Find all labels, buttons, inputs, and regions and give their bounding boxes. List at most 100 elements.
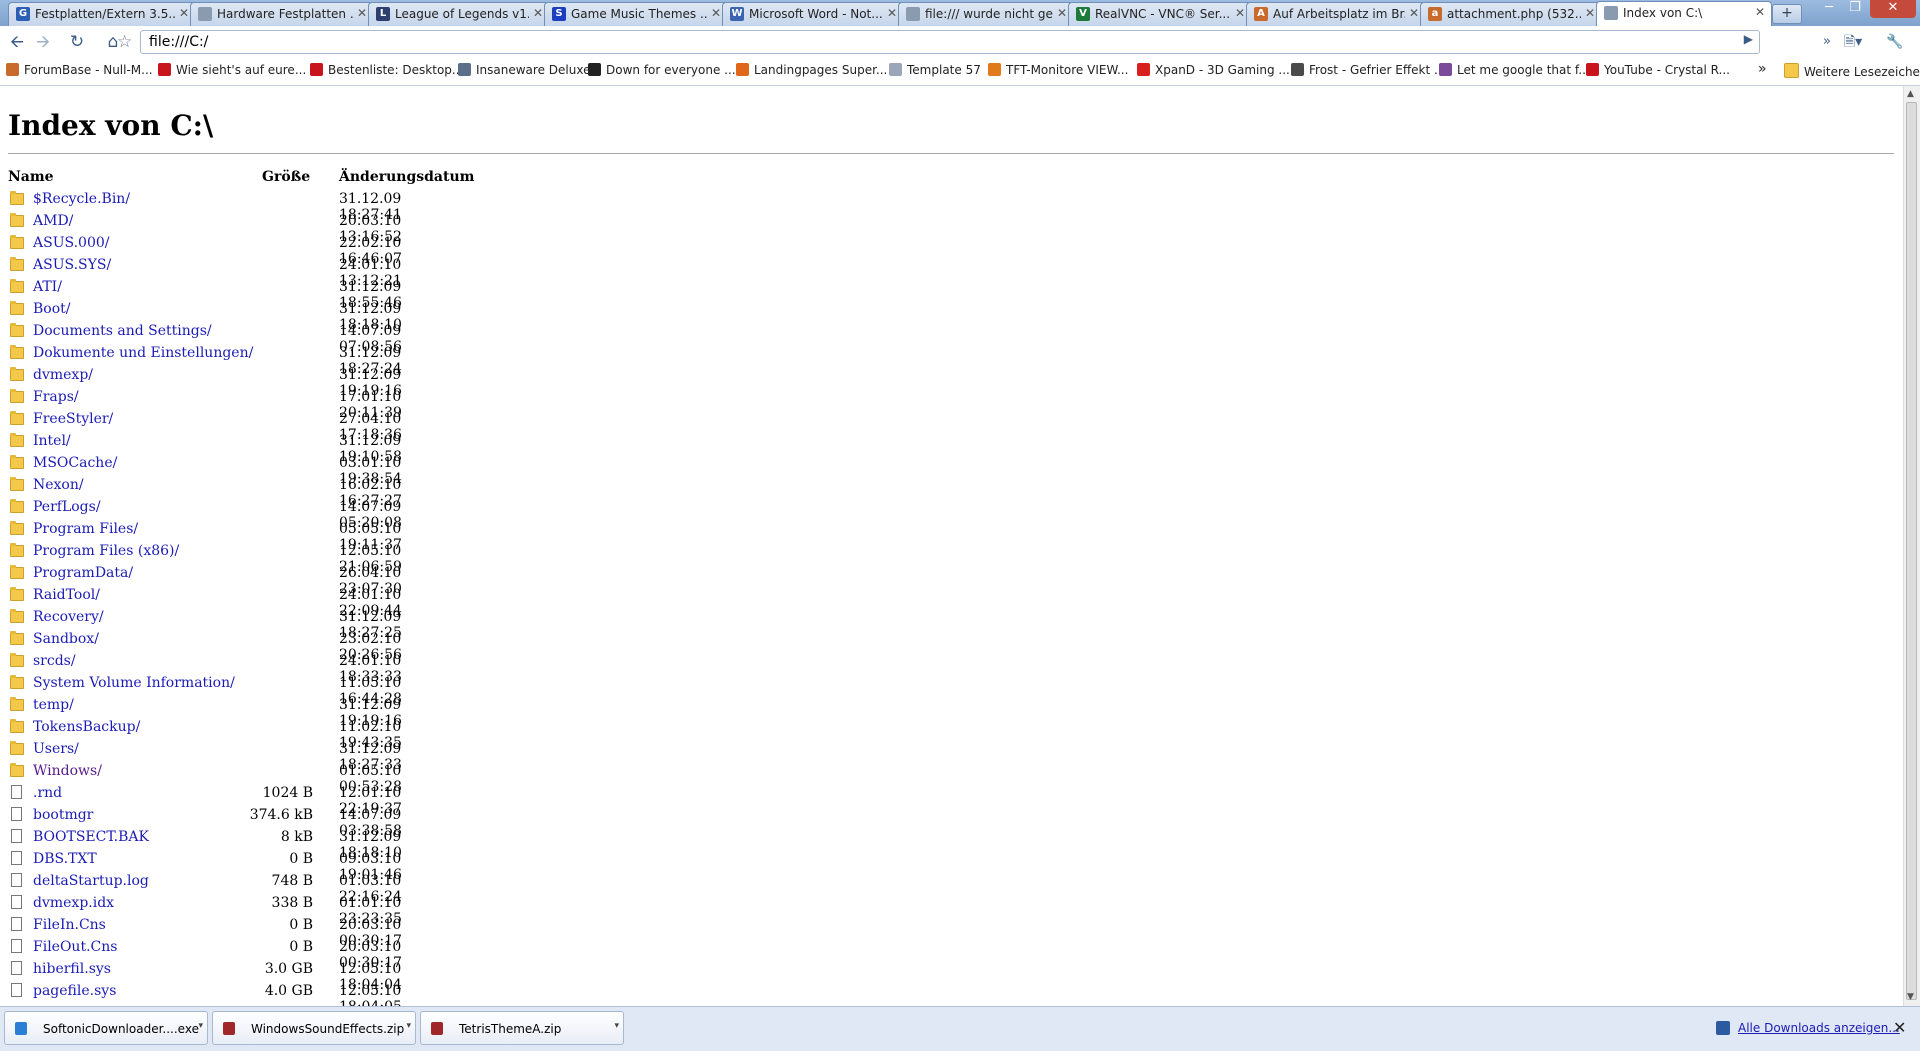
column-header-date[interactable]: Änderungsdatum [339,169,474,185]
tab-close-icon[interactable]: ✕ [357,6,367,20]
entry-link[interactable]: .rnd [33,785,62,801]
tab-close-icon[interactable]: ✕ [887,6,897,20]
tab[interactable]: L League of Legends v1... ✕ [368,2,550,26]
entry-link[interactable]: Windows/ [33,763,102,779]
reload-icon[interactable]: ↻ [66,31,88,53]
tab-close-icon[interactable]: ✕ [1585,6,1595,20]
tab[interactable]: S Game Music Themes ... ✕ [544,2,728,26]
entry-link[interactable]: bootmgr [33,807,93,823]
show-all-downloads-link[interactable]: Alle Downloads anzeigen... [1738,1021,1900,1035]
entry-link[interactable]: Nexon/ [33,477,84,493]
bookmark-item[interactable]: Let me google that f... [1439,63,1590,77]
tab[interactable]: Index von C:\ ✕ [1596,1,1772,26]
bookmark-item[interactable]: ForumBase - Null-M... [6,63,153,77]
entry-link[interactable]: Users/ [33,741,79,757]
entry-link[interactable]: RaidTool/ [33,587,100,603]
entry-link[interactable]: DBS.TXT [33,851,97,867]
tab[interactable]: G Festplatten/Extern 3.5... ✕ [8,2,196,26]
scroll-thumb[interactable] [1906,102,1917,1000]
entry-link[interactable]: Intel/ [33,433,71,449]
tab-close-icon[interactable]: ✕ [711,6,721,20]
address-bar[interactable]: ☆ file:///C:/ ▶ [117,30,1760,54]
bookmark-item[interactable]: XpanD - 3D Gaming ... [1137,63,1290,77]
tab[interactable]: A Auf Arbeitsplatz im Br... ✕ [1246,2,1426,26]
extensions-overflow-icon[interactable]: » [1816,31,1838,53]
entry-link[interactable]: Program Files/ [33,521,138,537]
entry-link[interactable]: Fraps/ [33,389,79,405]
entry-link[interactable]: TokensBackup/ [33,719,140,735]
tab[interactable]: a attachment.php (532... ✕ [1420,2,1602,26]
entry-link[interactable]: hiberfil.sys [33,961,111,977]
bookmark-item[interactable]: Down for everyone ... [588,63,736,77]
entry-link[interactable]: BOOTSECT.BAK [33,829,149,845]
entry-link[interactable]: Recovery/ [33,609,104,625]
bookmark-item[interactable]: Bestenliste: Desktop... [310,63,463,77]
other-bookmarks-folder[interactable]: Weitere Lesezeichen [1784,63,1920,79]
download-item[interactable]: WindowsSoundEffects.zip ▾ [212,1011,416,1045]
maximize-icon[interactable]: ❐ [1842,0,1868,18]
entry-link[interactable]: System Volume Information/ [33,675,235,691]
tab[interactable]: V RealVNC - VNC® Ser... ✕ [1068,2,1252,26]
entry-link[interactable]: ATI/ [33,279,62,295]
tab-close-icon[interactable]: ✕ [1057,6,1067,20]
entry-link[interactable]: dvmexp.idx [33,895,114,911]
chevron-down-icon[interactable]: ▾ [198,1021,203,1031]
entry-link[interactable]: ProgramData/ [33,565,133,581]
bookmark-item[interactable]: Wie sieht's auf eure... [158,63,306,77]
entry-link[interactable]: temp/ [33,697,74,713]
entry-link[interactable]: PerfLogs/ [33,499,101,515]
entry-link[interactable]: Sandbox/ [33,631,99,647]
tab-close-icon[interactable]: ✕ [1755,5,1765,19]
entry-link[interactable]: FileOut.Cns [33,939,117,955]
tab-close-icon[interactable]: ✕ [1409,6,1419,20]
vertical-scrollbar[interactable]: ▲ ▼ [1903,86,1920,1006]
entry-link[interactable]: $Recycle.Bin/ [33,191,130,207]
entry-link[interactable]: deltaStartup.log [33,873,149,889]
entry-link[interactable]: ASUS.000/ [33,235,109,251]
tab-close-icon[interactable]: ✕ [179,6,189,20]
entry-link[interactable]: Program Files (x86)/ [33,543,179,559]
entry-link[interactable]: FileIn.Cns [33,917,106,933]
back-icon[interactable]: 🡨 [6,31,28,53]
column-header-size[interactable]: Größe [262,169,310,185]
bookmark-item[interactable]: Insaneware Deluxe [458,63,590,77]
tab-close-icon[interactable]: ✕ [1235,6,1245,20]
entry-link[interactable]: Dokumente und Einstellungen/ [33,345,253,361]
bookmark-item[interactable]: Frost - Gefrier Effekt ... [1291,63,1445,77]
bookmark-star-icon[interactable]: ☆ [117,32,132,52]
bookmark-item[interactable]: TFT-Monitore VIEW... [988,63,1128,77]
close-window-icon[interactable]: ✕ [1870,0,1916,18]
entry-link[interactable]: FreeStyler/ [33,411,113,427]
new-tab-button[interactable]: + [1772,4,1802,24]
column-header-name[interactable]: Name [8,169,54,185]
download-item[interactable]: SoftonicDownloader....exe ▾ [4,1011,208,1045]
entry-link[interactable]: Documents and Settings/ [33,323,212,339]
bookmark-item[interactable]: Template 57 [889,63,981,77]
entry-link[interactable]: MSOCache/ [33,455,117,471]
chevron-down-icon[interactable]: ▾ [406,1021,411,1031]
close-icon[interactable]: ✕ [1893,1018,1906,1037]
bookmark-item[interactable]: Landingpages Super... [736,63,887,77]
tab-close-icon[interactable]: ✕ [533,6,543,20]
tab[interactable]: W Microsoft Word - Not... ✕ [722,2,904,26]
bookmark-item[interactable]: YouTube - Crystal R... [1586,63,1730,77]
url-text[interactable]: file:///C:/ [149,34,208,50]
bookmarks-overflow-icon[interactable]: » [1758,61,1767,77]
entry-link[interactable]: dvmexp/ [33,367,93,383]
page-menu-icon[interactable]: 🗎▾ [1842,31,1864,53]
entry-link[interactable]: ASUS.SYS/ [33,257,111,273]
minimize-icon[interactable]: ─ [1816,0,1842,18]
wrench-menu-icon[interactable]: 🔧▾ [1884,31,1906,72]
entry-link[interactable]: AMD/ [33,213,73,229]
forward-icon[interactable]: 🡪 [32,31,54,53]
tab[interactable]: file:/// wurde nicht ge... ✕ [898,2,1074,26]
scroll-down-icon[interactable]: ▼ [1907,992,1914,1002]
chevron-down-icon[interactable]: ▾ [614,1021,619,1031]
entry-link[interactable]: srcds/ [33,653,76,669]
entry-link[interactable]: Boot/ [33,301,71,317]
download-item[interactable]: TetrisThemeA.zip ▾ [420,1011,624,1045]
go-icon[interactable]: ▶ [1744,32,1753,46]
scroll-up-icon[interactable]: ▲ [1907,89,1914,99]
entry-link[interactable]: pagefile.sys [33,983,116,999]
tab[interactable]: Hardware Festplatten ... ✕ [190,2,374,26]
